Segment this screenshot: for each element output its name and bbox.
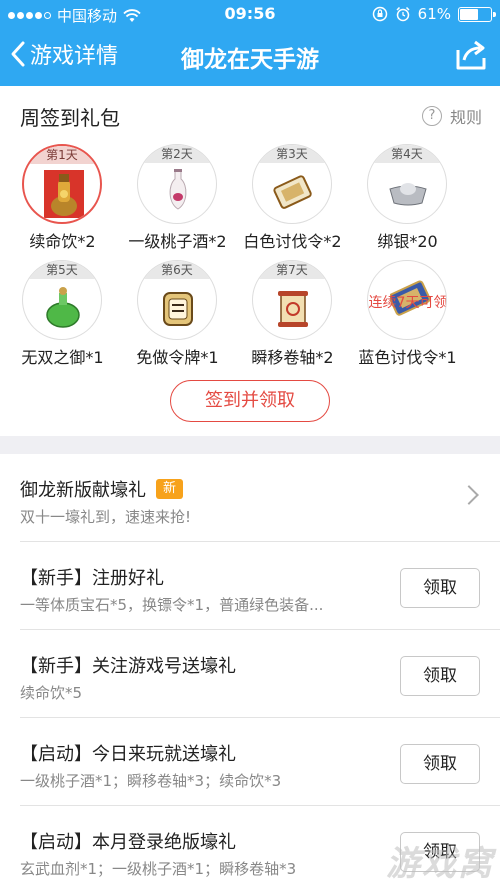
rules-label: 规则 bbox=[449, 108, 482, 127]
list-item: 【新手】注册好礼 一等体质宝石*5，换镖令*1，普通绿色装备... 领取 bbox=[0, 542, 500, 630]
reward-day-2: 第2天 一级桃子酒*2 bbox=[115, 144, 240, 262]
reward-label: 绑银*20 bbox=[377, 232, 438, 251]
reward-circle: 第5天 bbox=[22, 260, 102, 340]
reward-circle: 第7天 bbox=[252, 260, 332, 340]
gift-title: 【新手】关注游戏号送壕礼 bbox=[20, 656, 236, 677]
wine-vase-icon bbox=[169, 169, 187, 210]
reward-circle: 第4天 bbox=[367, 144, 447, 224]
reward-label: 无双之御*1 bbox=[21, 348, 104, 367]
reward-label: 免做令牌*1 bbox=[136, 348, 219, 367]
battery-fill bbox=[460, 8, 478, 20]
list-item: 【启动】今日来玩就送壕礼 一级桃子酒*1；瞬移卷轴*3；续命饮*3 领取 bbox=[0, 718, 500, 806]
share-icon[interactable] bbox=[454, 38, 488, 72]
reward-day-4: 第4天 绑银*20 bbox=[345, 144, 470, 262]
day-tag: 第1天 bbox=[24, 146, 100, 164]
reward-label: 蓝色讨伐令*1 bbox=[358, 348, 457, 367]
alarm-icon bbox=[396, 6, 410, 22]
gift-title-text: 御龙新版献壕礼 bbox=[20, 480, 146, 501]
gift-title: 御龙新版献壕礼 新 bbox=[20, 476, 184, 502]
signin-title: 周签到礼包 bbox=[20, 106, 120, 130]
status-right: 61% bbox=[372, 5, 496, 23]
day-tag: 第3天 bbox=[253, 145, 331, 163]
claim-button[interactable]: 领取 bbox=[400, 656, 480, 696]
chevron-right-icon bbox=[459, 485, 479, 505]
reward-day-1: 第1天 续命饮*2 bbox=[0, 144, 125, 262]
day-tag: 第7天 bbox=[253, 261, 331, 279]
page-title: 御龙在天手游 bbox=[181, 47, 319, 73]
rotation-lock-icon bbox=[372, 6, 387, 22]
gift-title: 【启动】本月登录绝版壕礼 bbox=[20, 832, 236, 853]
signin-claim-button[interactable]: 签到并领取 bbox=[170, 380, 330, 422]
nav-bar: 游戏详情 御龙在天手游 bbox=[0, 28, 500, 86]
claim-button[interactable]: 领取 bbox=[400, 744, 480, 784]
gift-title: 【新手】注册好礼 bbox=[20, 568, 164, 589]
reward-label: 瞬移卷轴*2 bbox=[251, 348, 334, 367]
new-badge: 新 bbox=[156, 479, 184, 499]
reward-bonus: 连续7天可领 蓝色讨伐令*1 bbox=[345, 260, 470, 378]
weekly-signin-section: 周签到礼包 ? 规则 第1天 续命饮*2 第2天 一级桃子酒*2 第3天 白色讨… bbox=[0, 86, 500, 436]
reward-circle: 连续7天可领 bbox=[367, 260, 447, 340]
reward-circle: 第3天 bbox=[252, 144, 332, 224]
top-bar: 中国移动 09:56 61% 游戏详情 御龙在天手游 bbox=[0, 0, 500, 86]
claim-button[interactable]: 领取 bbox=[400, 568, 480, 608]
reward-circle: 第1天 bbox=[22, 144, 102, 224]
section-divider bbox=[0, 436, 500, 454]
list-item[interactable]: 御龙新版献壕礼 新 双十一壕礼到，速速来抢! bbox=[0, 454, 500, 542]
reward-label: 续命饮*2 bbox=[29, 232, 96, 251]
gift-subtitle: 玄武血剂*1；一级桃子酒*1；瞬移卷轴*3 bbox=[20, 860, 297, 878]
reward-label: 一级桃子酒*2 bbox=[128, 232, 227, 251]
reward-circle: 第2天 bbox=[137, 144, 217, 224]
consecutive-days-note: 连续7天可领 bbox=[368, 295, 447, 311]
list-item: 【新手】关注游戏号送壕礼 续命饮*5 领取 bbox=[0, 630, 500, 718]
exempt-token-icon bbox=[163, 292, 193, 326]
reward-day-5: 第5天 无双之御*1 bbox=[0, 260, 125, 378]
question-icon: ? bbox=[421, 106, 442, 126]
status-bar: 中国移动 09:56 61% bbox=[0, 0, 500, 28]
reward-day-3: 第3天 白色讨伐令*2 bbox=[230, 144, 355, 262]
watermark: 游戏窝 bbox=[386, 844, 494, 884]
potion-gold-icon bbox=[44, 170, 84, 218]
teleport-scroll-icon bbox=[278, 291, 308, 327]
gift-subtitle: 一级桃子酒*1；瞬移卷轴*3；续命饮*3 bbox=[20, 772, 282, 790]
green-potion-icon bbox=[46, 287, 80, 328]
gift-subtitle: 一等体质宝石*5，换镖令*1，普通绿色装备... bbox=[20, 596, 324, 614]
reward-circle: 第6天 bbox=[137, 260, 217, 340]
reward-day-6: 第6天 免做令牌*1 bbox=[115, 260, 240, 378]
gift-title: 【启动】今日来玩就送壕礼 bbox=[20, 744, 236, 765]
reward-day-7: 第7天 瞬移卷轴*2 bbox=[230, 260, 355, 378]
silver-ingot-icon bbox=[389, 183, 427, 206]
day-tag: 第6天 bbox=[138, 261, 216, 279]
scroll-token-white-icon bbox=[273, 175, 312, 209]
reward-label: 白色讨伐令*2 bbox=[243, 232, 342, 251]
day-tag: 第5天 bbox=[23, 261, 101, 279]
gift-subtitle: 续命饮*5 bbox=[20, 684, 83, 702]
day-tag: 第2天 bbox=[138, 145, 216, 163]
day-tag: 第4天 bbox=[368, 145, 446, 163]
rules-link[interactable]: ? 规则 bbox=[421, 104, 482, 128]
gift-subtitle: 双十一壕礼到，速速来抢! bbox=[20, 508, 192, 526]
battery-percent: 61% bbox=[417, 5, 451, 23]
battery-icon bbox=[458, 6, 496, 22]
